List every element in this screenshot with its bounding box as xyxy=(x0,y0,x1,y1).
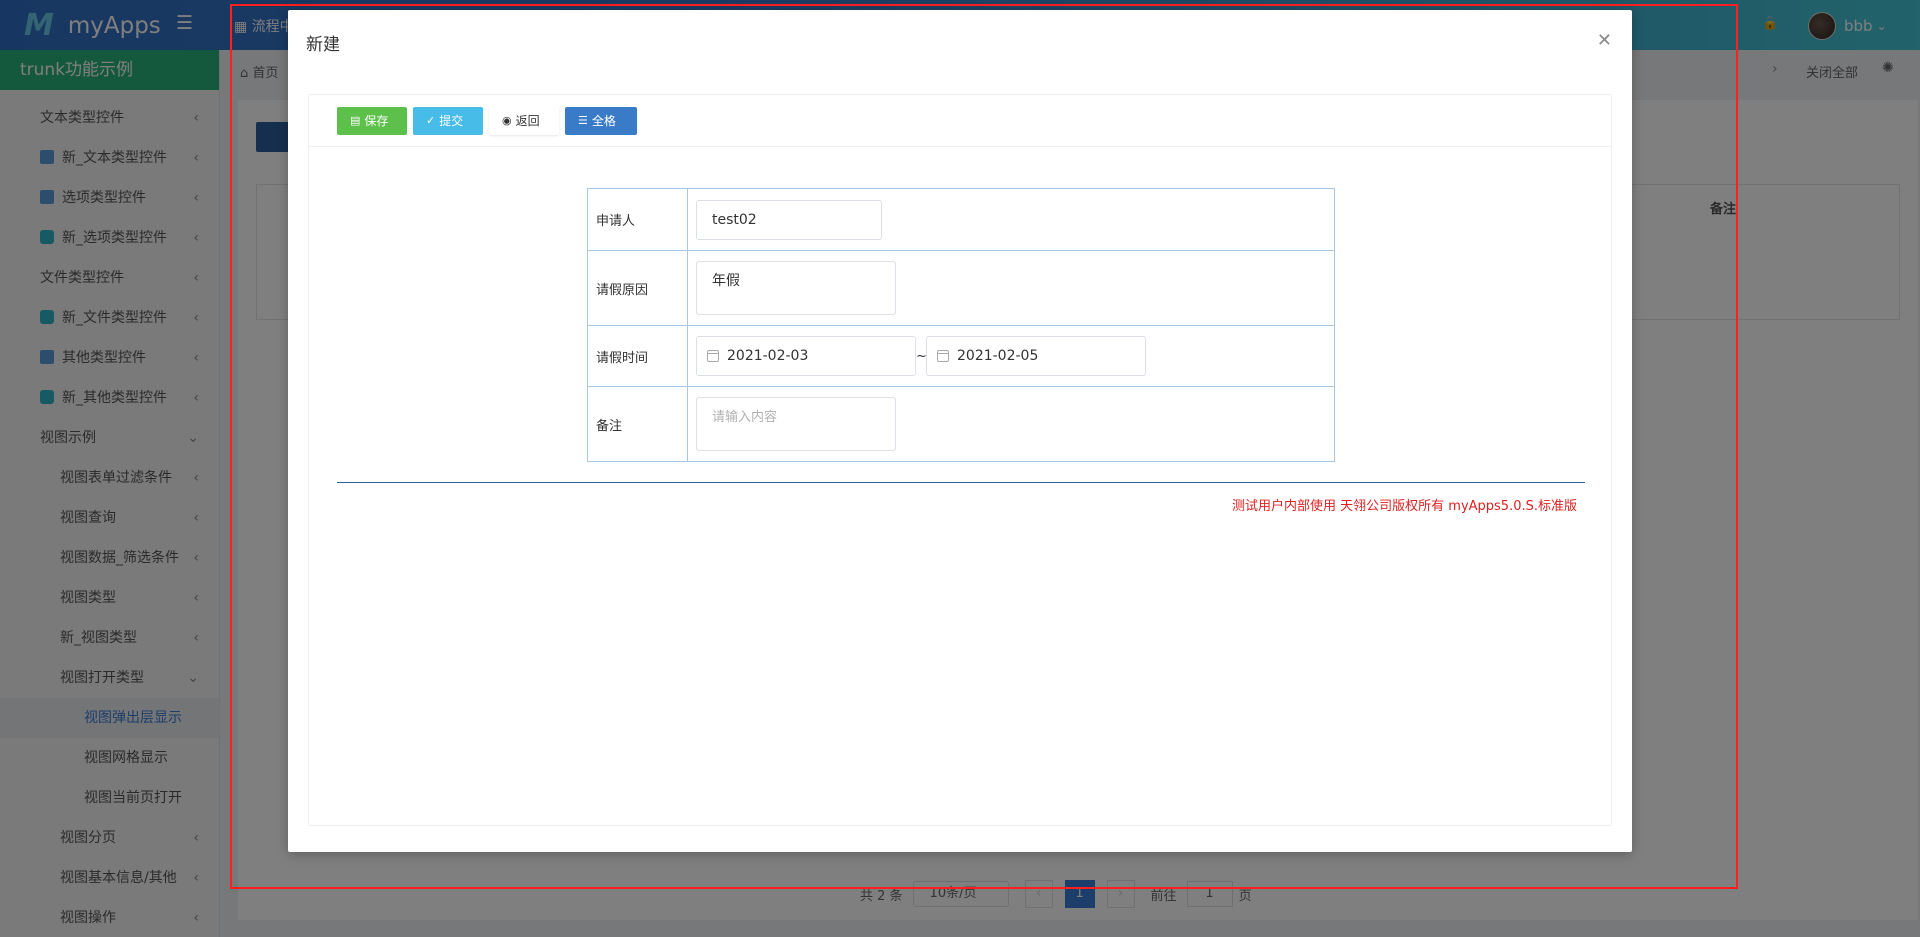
dialog-title: 新建 xyxy=(306,35,340,55)
footer-divider xyxy=(337,482,1585,483)
form-row-reason: 请假原因 年假 xyxy=(587,250,1335,326)
start-date-value: 2021-02-03 xyxy=(727,348,809,364)
back-label: 返回 xyxy=(515,113,540,128)
grid-label: 全格 xyxy=(591,113,616,128)
form-panel: ▤ 保存 ✓ 提交 ◉ 返回 ☰ 全格 申请人 test02 请假原因 年假 请假时间 xyxy=(308,94,1612,826)
calendar-icon xyxy=(937,350,949,362)
close-icon[interactable]: ✕ xyxy=(1597,30,1612,51)
remark-textarea[interactable]: 请输入内容 xyxy=(696,397,896,451)
remark-label: 备注 xyxy=(587,386,688,462)
applicant-cell: test02 xyxy=(687,188,1335,251)
reason-textarea[interactable]: 年假 xyxy=(696,261,896,315)
time-label: 请假时间 xyxy=(587,325,688,387)
submit-label: 提交 xyxy=(439,113,464,128)
applicant-input[interactable]: test02 xyxy=(696,199,882,240)
reason-cell: 年假 xyxy=(687,250,1335,326)
applicant-label: 申请人 xyxy=(587,188,688,251)
form-toolbar: ▤ 保存 ✓ 提交 ◉ 返回 ☰ 全格 xyxy=(309,95,1611,147)
submit-button[interactable]: ✓ 提交 xyxy=(413,106,483,135)
save-label: 保存 xyxy=(364,113,389,128)
form-row-remark: 备注 请输入内容 xyxy=(587,386,1335,462)
save-button[interactable]: ▤ 保存 xyxy=(337,106,407,135)
time-cell: 2021-02-03 ~2021-02-05 xyxy=(687,325,1335,387)
save-icon: ▤ xyxy=(350,113,361,127)
end-date-picker[interactable]: 2021-02-05 xyxy=(926,336,1146,376)
new-record-dialog: 新建 ✕ ▤ 保存 ✓ 提交 ◉ 返回 ☰ 全格 申请人 test02 请假原因 年假 xyxy=(288,10,1632,852)
grid-button[interactable]: ☰ 全格 xyxy=(565,106,637,135)
back-button[interactable]: ◉ 返回 xyxy=(489,106,559,135)
reason-label: 请假原因 xyxy=(587,250,688,326)
check-circle-icon: ✓ xyxy=(426,113,436,127)
remark-cell: 请输入内容 xyxy=(687,386,1335,462)
copyright-notice: 测试用户内部使用 天翎公司版权所有 myApps5.0.S.标准版 xyxy=(1232,499,1577,514)
form-row-applicant: 申请人 test02 xyxy=(587,188,1335,251)
form-row-time: 请假时间 2021-02-03 ~2021-02-05 xyxy=(587,325,1335,387)
start-date-picker[interactable]: 2021-02-03 xyxy=(696,336,916,376)
back-circle-icon: ◉ xyxy=(502,113,512,127)
leave-form: 申请人 test02 请假原因 年假 请假时间 2021-02-03 ~2021-… xyxy=(587,188,1335,462)
end-date-value: 2021-02-05 xyxy=(957,348,1039,364)
calendar-icon xyxy=(707,350,719,362)
list-icon: ☰ xyxy=(578,113,588,127)
date-range-separator: ~ xyxy=(916,348,927,364)
